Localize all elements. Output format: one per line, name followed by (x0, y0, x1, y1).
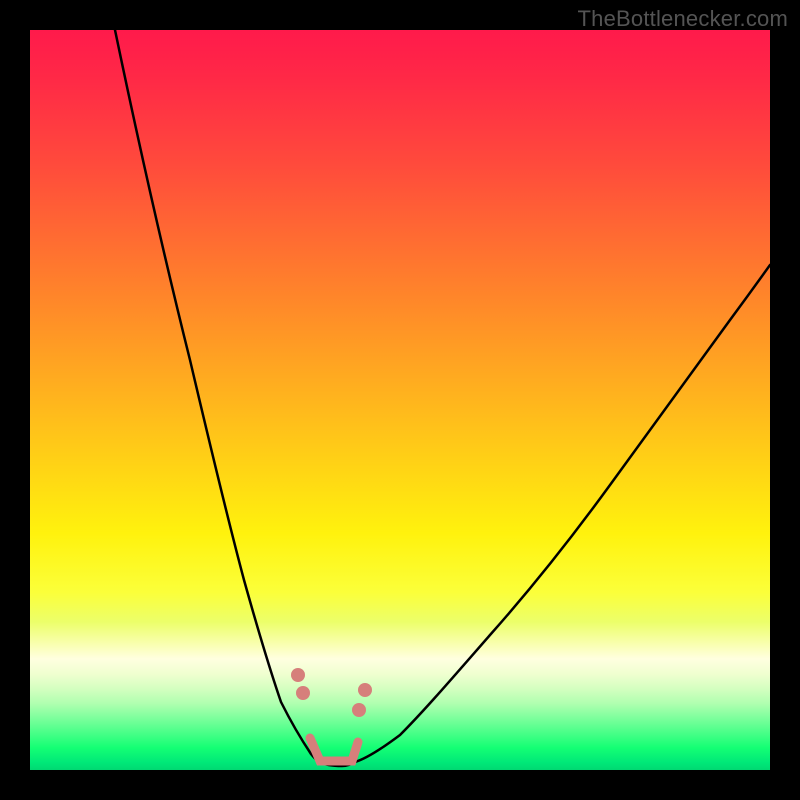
marker-dot (296, 686, 310, 700)
chart-frame: TheBottlenecker.com (0, 0, 800, 800)
marker-valley-segment (310, 738, 358, 761)
marker-dot (352, 703, 366, 717)
marker-dot (358, 683, 372, 697)
curve-layer (30, 30, 770, 770)
watermark-label: TheBottlenecker.com (578, 6, 788, 32)
right-curve (355, 265, 770, 762)
plot-area (30, 30, 770, 770)
left-curve (115, 30, 319, 762)
marker-dot (291, 668, 305, 682)
